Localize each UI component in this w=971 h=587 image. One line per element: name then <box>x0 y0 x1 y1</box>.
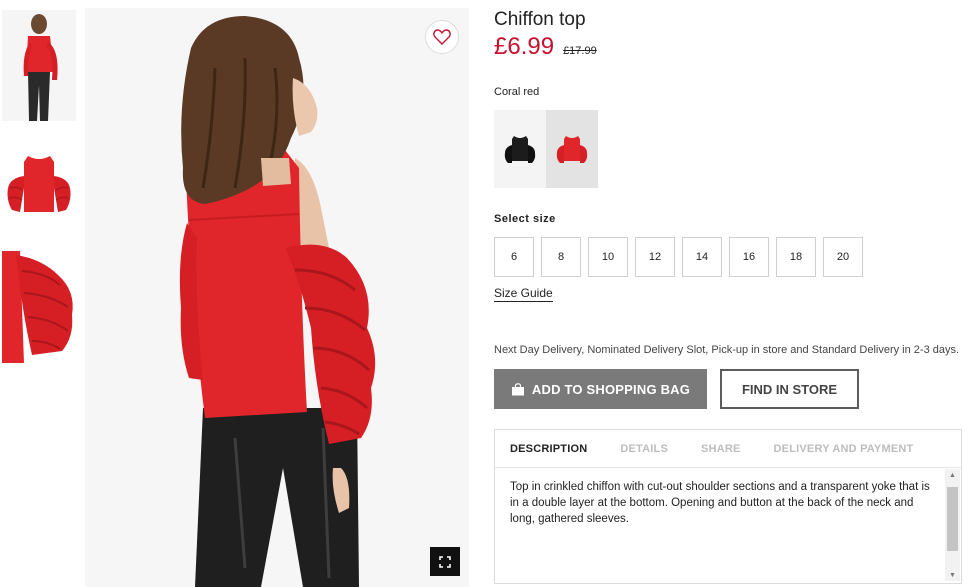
add-to-bag-label: ADD TO SHOPPING BAG <box>531 381 691 397</box>
thumbnail-sleeve-detail[interactable] <box>2 251 76 363</box>
thumbnail-model-back[interactable] <box>2 10 76 121</box>
tab-description[interactable]: DESCRIPTION <box>510 443 587 455</box>
scroll-down-arrow-icon[interactable]: ▼ <box>945 569 960 581</box>
tab-panel-description: Top in crinkled chiffon with cut-out sho… <box>495 468 961 583</box>
expand-icon <box>439 555 451 568</box>
selected-color-label: Coral red <box>494 86 540 98</box>
size-option[interactable]: 20 <box>823 237 863 277</box>
product-description: Top in crinkled chiffon with cut-out sho… <box>510 481 930 525</box>
shopping-bag-icon <box>511 382 524 395</box>
tab-share[interactable]: SHARE <box>701 443 741 455</box>
tab-delivery-and-payment[interactable]: DELIVERY AND PAYMENT <box>774 443 914 455</box>
model-photo <box>85 8 469 587</box>
size-option[interactable]: 12 <box>635 237 675 277</box>
swatch-coral-red[interactable] <box>546 110 598 188</box>
size-option[interactable]: 6 <box>494 237 534 277</box>
add-to-bag-button[interactable]: ADD TO SHOPPING BAG <box>494 369 707 409</box>
size-option[interactable]: 10 <box>588 237 628 277</box>
size-options: 6 8 10 12 14 16 18 20 <box>494 237 870 277</box>
product-info-tabs: DESCRIPTION DETAILS SHARE DELIVERY AND P… <box>494 429 962 584</box>
description-scrollbar[interactable]: ▲ ▼ <box>945 469 960 581</box>
scroll-up-arrow-icon[interactable]: ▲ <box>945 469 960 481</box>
thumbnail-product-front[interactable] <box>2 148 76 224</box>
original-price: £17.99 <box>563 45 597 57</box>
red-top-thumbnail <box>556 136 588 163</box>
tab-details[interactable]: DETAILS <box>620 443 668 455</box>
select-size-label: Select size <box>494 213 556 225</box>
find-in-store-button[interactable]: FIND IN STORE <box>720 369 859 409</box>
scrollbar-thumb[interactable] <box>947 487 958 551</box>
size-option[interactable]: 16 <box>729 237 769 277</box>
price-row: £6.99 £17.99 <box>494 33 597 61</box>
zoom-button[interactable] <box>430 547 460 576</box>
color-swatches <box>494 110 598 188</box>
favorite-button[interactable] <box>425 20 459 54</box>
size-option[interactable]: 18 <box>776 237 816 277</box>
tab-bar: DESCRIPTION DETAILS SHARE DELIVERY AND P… <box>495 430 961 468</box>
swatch-black[interactable] <box>494 110 546 188</box>
main-product-image[interactable] <box>85 8 469 587</box>
black-top-thumbnail <box>504 136 536 163</box>
size-guide-link[interactable]: Size Guide <box>494 286 553 302</box>
heart-icon <box>433 29 451 45</box>
size-option[interactable]: 8 <box>541 237 581 277</box>
sale-price: £6.99 <box>494 33 555 60</box>
delivery-info: Next Day Delivery, Nominated Delivery Sl… <box>494 344 960 356</box>
size-option[interactable]: 14 <box>682 237 722 277</box>
product-title: Chiffon top <box>494 9 586 30</box>
